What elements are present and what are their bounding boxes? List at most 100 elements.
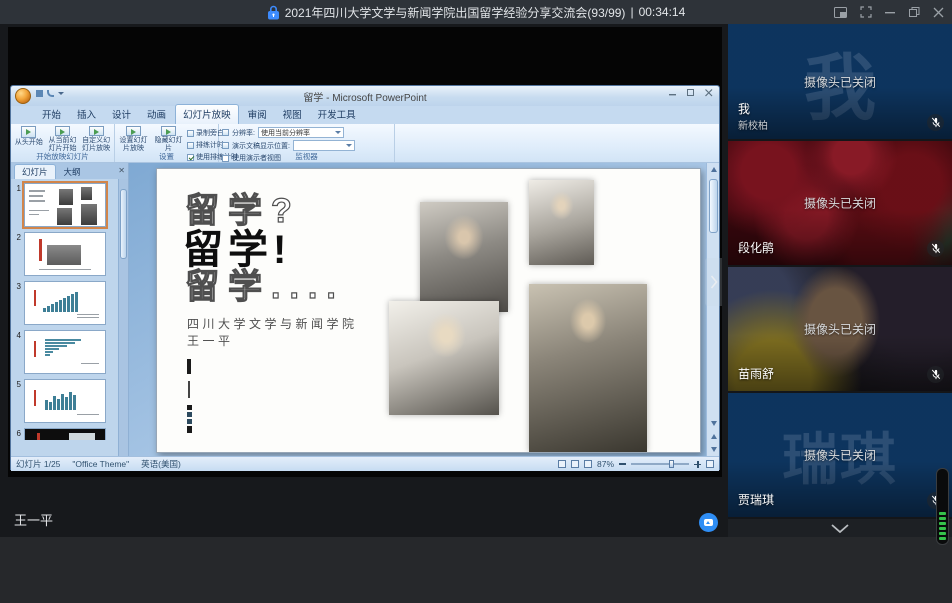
thumbnail-row: 5 [13,379,126,423]
meeting-duration: 00:34:14 [639,5,686,19]
meeting-toolbar: 钉钉 取消静音 开启摄像头 共享窗口 挂断 [0,537,952,603]
slide-thumbnail-4[interactable] [24,330,106,374]
participant-tile[interactable]: 摄像头已关闭 段化鹃 [728,141,952,265]
tab-review[interactable]: 审阅 [241,105,274,124]
thumbnail-row: 4 [13,330,126,374]
panel-scrollbar[interactable] [118,179,128,456]
from-beginning-button[interactable]: 从头开始 [12,126,45,153]
close-icon[interactable] [933,7,944,18]
scroll-up-icon[interactable] [707,163,720,176]
panel-tab-slides[interactable]: 幻灯片 [14,164,56,179]
slide-number: 5 [13,379,21,423]
fit-to-window-icon[interactable] [706,460,714,468]
slide-thumbnail-1[interactable] [24,183,106,227]
participant-tile-self[interactable]: 我 摄像头已关闭 我 新校柏 [728,24,952,139]
slide-thumbnail-2[interactable] [24,232,106,276]
custom-slideshow-icon [89,126,104,136]
ribbon-empty-space [395,124,719,162]
participant-name: 贾瑞琪 [738,491,774,508]
ppt-restore-icon[interactable] [687,89,695,97]
slide-thumbnail-6[interactable] [24,428,106,440]
slideshow-view-icon[interactable] [584,460,592,468]
mic-muted-icon [927,114,944,131]
slide-sorter-icon[interactable] [571,460,579,468]
participant-name: 段化鹃 [738,239,774,256]
quick-access-toolbar[interactable] [36,90,64,97]
resolution-row: 分辨率: 使用当前分辨率 [222,127,391,138]
collapse-participants-button[interactable] [728,519,952,537]
zoom-percentage[interactable]: 87% [597,459,614,469]
tab-slideshow[interactable]: 幻灯片放映 [175,104,239,124]
slide-mark [188,381,190,398]
mini-window-icon[interactable] [834,7,847,18]
from-current-slide-icon [55,126,70,136]
qat-dropdown-icon[interactable] [58,92,64,95]
titlebar: 2021年四川大学文学与新闻学院出国留学经验分享交流会(93/99) | 00:… [0,0,952,24]
undo-icon[interactable] [47,90,54,97]
ppt-minimize-icon[interactable] [669,89,677,97]
slide-thumbnail-5[interactable] [24,379,106,423]
setup-slideshow-button[interactable]: 设置幻灯片放映 [117,126,150,153]
editor-scrollbar[interactable] [706,163,719,456]
tab-developer[interactable]: 开发工具 [311,105,363,124]
participant-name: 我 [738,100,750,117]
hide-slide-button[interactable]: 隐藏幻灯片 [152,126,185,153]
from-current-slide-button[interactable]: 从当前幻灯片开始 [46,126,79,153]
meeting-window: 2021年四川大学文学与新闻学院出国留学经验分享交流会(93/99) | 00:… [0,0,952,603]
previous-slide-icon[interactable] [707,430,720,443]
slide-counter: 幻灯片 1/25 [16,458,60,470]
fullscreen-icon[interactable] [860,6,872,18]
zoom-in-icon[interactable] [694,461,701,468]
show-on-label: 演示文稿显示位置: [232,141,290,151]
show-on-dropdown[interactable] [293,140,355,151]
mic-muted-icon [927,240,944,257]
participant-tile[interactable]: 摄像头已关闭 苗雨舒 [728,267,952,391]
slide-number: 2 [13,232,21,276]
resolution-dropdown[interactable]: 使用当前分辨率 [258,127,344,138]
restore-icon[interactable] [909,7,920,18]
ribbon-group-setup: 设置幻灯片放映 隐藏幻灯片 录制旁白 排练计时 使用排练计时 设置 [115,124,219,162]
portrait-photo-3 [389,301,499,415]
zoom-slider[interactable] [631,463,689,465]
participant-tile[interactable]: 瑞琪 摄像头已关闭 贾瑞琪 [728,393,952,517]
tab-animations[interactable]: 动画 [140,105,173,124]
show-on-icon [222,142,229,149]
dropdown-caret-icon [335,131,341,134]
panel-tab-outline[interactable]: 大纲 [57,165,88,179]
next-slide-icon[interactable] [707,443,720,456]
tab-home[interactable]: 开始 [35,105,68,124]
scrollbar-thumb[interactable] [709,179,718,233]
ppt-titlebar: 留学 - Microsoft PowerPoint [11,86,719,106]
monitors-group-label: 监视器 [219,151,394,162]
custom-slideshow-button[interactable]: 自定义幻灯片放映 [80,126,113,153]
shared-screen-stage: 留学 - Microsoft PowerPoint 开始 插入 设计 动画 幻灯… [0,24,728,537]
audio-level-meter [936,468,949,545]
language-indicator[interactable]: 英语(美国) [141,458,181,470]
chevron-down-icon [831,524,849,533]
zoom-slider-knob[interactable] [669,460,674,468]
ppt-window-title: 留学 - Microsoft PowerPoint [11,89,719,104]
tab-insert[interactable]: 插入 [70,105,103,124]
tab-design[interactable]: 设计 [105,105,138,124]
start-group-label: 开始放映幻灯片 [11,151,114,162]
ribbon-tab-bar: 开始 插入 设计 动画 幻灯片放映 审阅 视图 开发工具 [11,106,719,124]
portrait-photo-2 [529,180,594,265]
sidebar-expand-handle[interactable] [705,258,722,306]
slide-mark [187,359,191,374]
save-icon[interactable] [36,90,43,97]
scroll-down-icon[interactable] [707,417,720,430]
zoom-out-icon[interactable] [619,463,626,465]
share-indicator-icon[interactable] [699,513,718,532]
record-narration-icon [187,130,194,137]
office-button-icon[interactable] [15,88,31,104]
ppt-statusbar: 幻灯片 1/25 "Office Theme" 英语(美国) 87% [11,456,719,471]
tab-view[interactable]: 视图 [276,105,309,124]
normal-view-icon[interactable] [558,460,566,468]
minimize-icon[interactable] [885,7,896,18]
ppt-close-icon[interactable] [705,89,713,97]
participants-sidebar: 我 摄像头已关闭 我 新校柏 摄像头已关闭 段化鹃 摄像头已关闭 苗雨舒 [728,24,952,537]
panel-close-icon[interactable]: ✕ [118,166,125,175]
resolution-value: 使用当前分辨率 [261,128,310,138]
setup-slideshow-icon [126,126,141,136]
slide-thumbnail-3[interactable] [24,281,106,325]
